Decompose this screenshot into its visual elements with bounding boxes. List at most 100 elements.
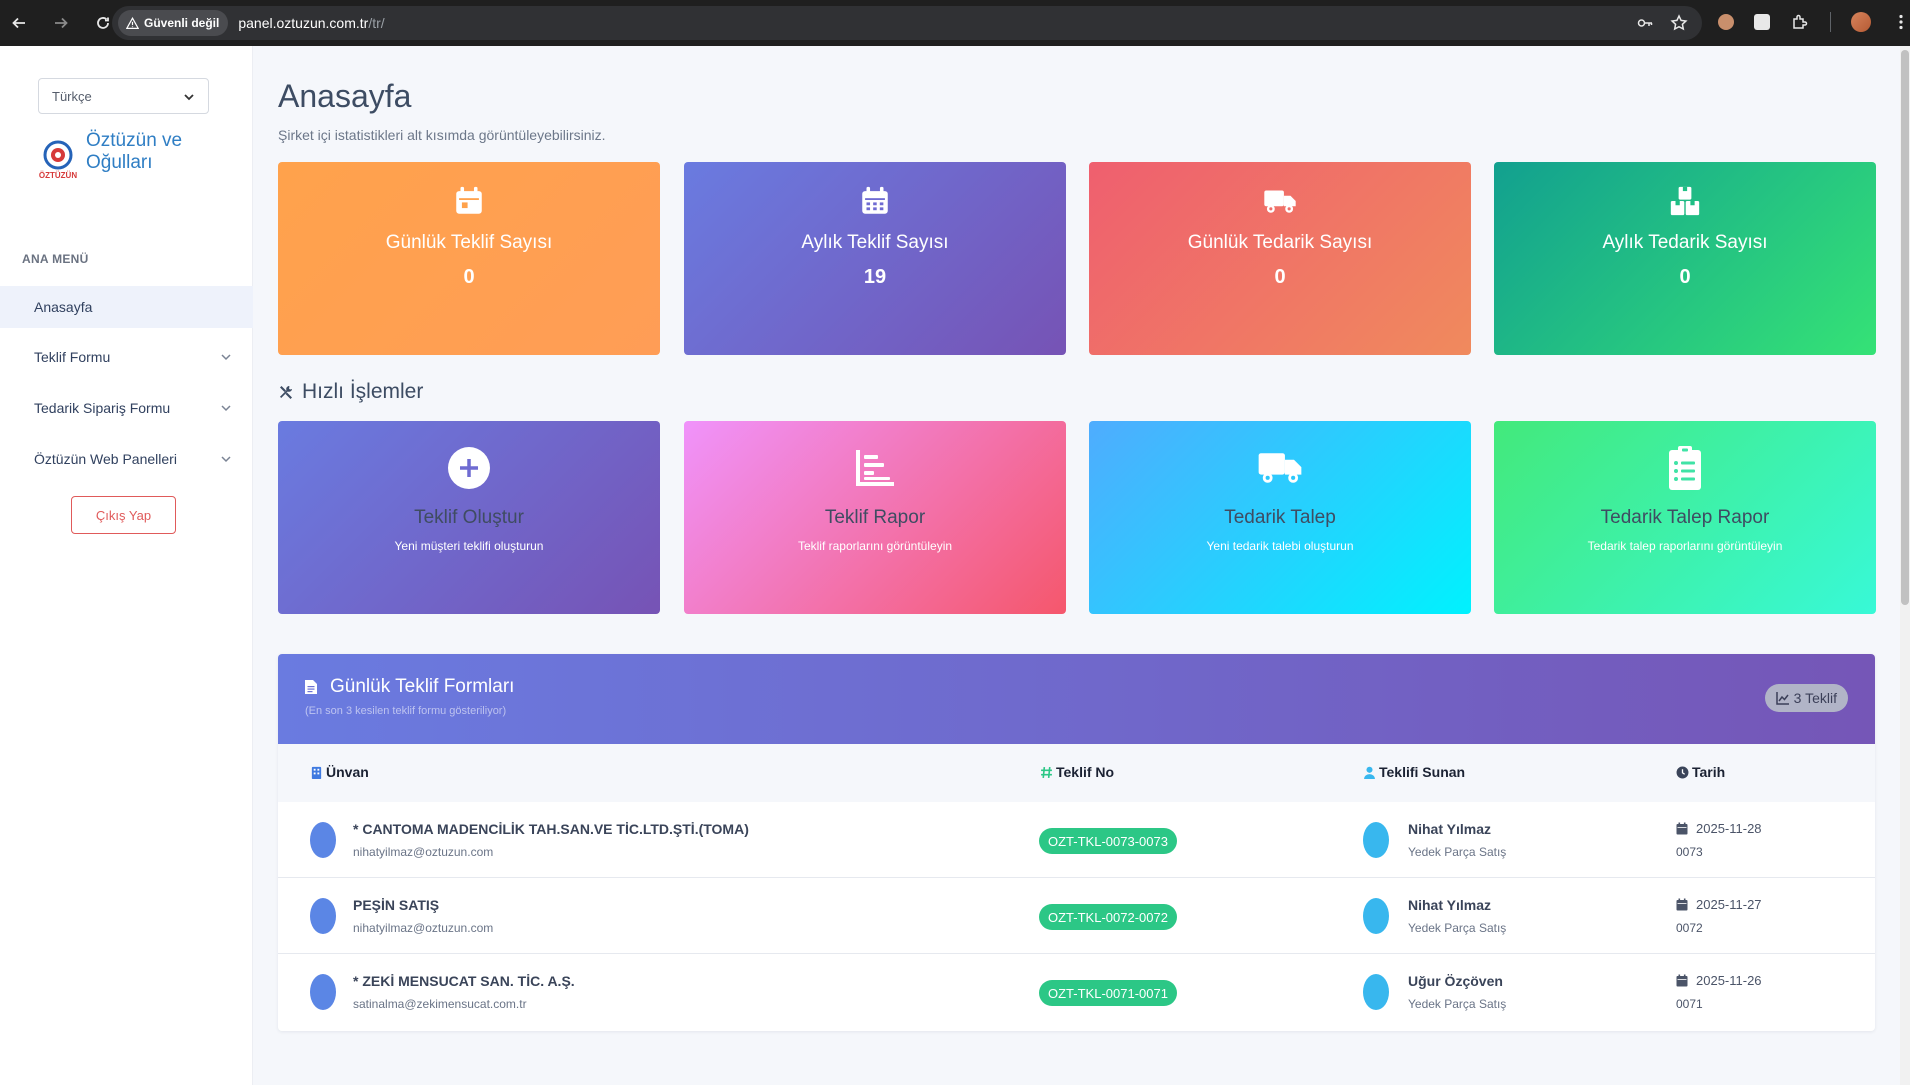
presenter-name-cell: Uğur Özçöven [1408, 973, 1503, 989]
sidebar-item-web-panelleri[interactable]: Öztüzün Web Panelleri [0, 438, 253, 480]
date-text: 2025-11-26 [1696, 973, 1762, 988]
table-title-text: Günlük Teklif Formları [330, 676, 515, 697]
security-chip[interactable]: Güvenli değil [118, 10, 229, 36]
chevron-down-icon [221, 354, 231, 361]
boxes-icon [1670, 186, 1700, 216]
table-header-bar: Günlük Teklif Formları (En son 3 kesilen… [278, 654, 1875, 744]
table-row[interactable]: PEŞİN SATIŞ nihatyilmaz@oztuzun.com OZT-… [278, 878, 1875, 954]
browser-toolbar: Güvenli değil panel.oztuzun.com.tr/tr/ [0, 0, 1910, 46]
date-cell: 2025-11-26 [1676, 973, 1762, 988]
stat-card-monthly-offers: Aylık Teklif Sayısı 19 [684, 162, 1066, 355]
user-avatar [1363, 822, 1389, 858]
chevron-down-icon [184, 94, 194, 101]
quick-action-title: Teklif Oluştur [414, 507, 524, 528]
table-row[interactable]: * ZEKİ MENSUCAT SAN. TİC. A.Ş. satinalma… [278, 954, 1875, 1030]
calendar-grid-icon [862, 186, 888, 214]
stat-label: Günlük Tedarik Sayısı [1187, 232, 1373, 253]
address-bar[interactable]: Güvenli değil panel.oztuzun.com.tr/tr/ [112, 6, 1702, 40]
chevron-down-icon [221, 405, 231, 412]
column-header-label: Ünvan [326, 764, 369, 780]
sidebar-item-tedarik-siparis-formu[interactable]: Tedarik Sipariş Formu [0, 387, 253, 429]
date-text: 2025-11-27 [1696, 897, 1762, 912]
chevron-down-icon [221, 456, 231, 463]
quick-action-create-offer[interactable]: Teklif Oluştur Yeni müşteri teklifi oluş… [278, 421, 660, 614]
menu-kebab-icon[interactable] [1891, 12, 1910, 32]
offer-code-badge: OZT-TKL-0073-0073 [1039, 828, 1177, 854]
page-title: Anasayfa [278, 78, 412, 114]
logout-button[interactable]: Çıkış Yap [71, 496, 176, 534]
brand[interactable]: ÖZTÜZÜN Öztüzün ve Oğulları [36, 130, 206, 182]
presenter-name-cell: Nihat Yılmaz [1408, 821, 1491, 837]
date-sub-text: 0072 [1676, 921, 1703, 935]
column-header-label: Tarih [1692, 764, 1726, 780]
extension-shield-icon[interactable] [1754, 14, 1770, 30]
calendar-icon [1676, 898, 1688, 911]
company-logo: ÖZTÜZÜN [36, 138, 80, 182]
quick-action-desc: Tedarik talep raporlarını görüntüleyin [1587, 539, 1783, 553]
company-name: Öztüzün ve Oğulları [86, 130, 206, 174]
hash-icon [1041, 766, 1052, 778]
toolbar-divider [1830, 12, 1831, 32]
clock-icon [1676, 766, 1689, 778]
count-badge: 3 Teklif [1764, 684, 1848, 712]
extensions-puzzle-icon[interactable] [1790, 12, 1810, 32]
stat-label: Günlük Teklif Sayısı [385, 232, 553, 253]
quick-action-desc: Yeni müşteri teklifi oluşturun [394, 539, 544, 553]
user-icon [1364, 766, 1375, 779]
language-value: Türkçe [52, 88, 92, 104]
quick-action-title: Tedarik Talep [1224, 507, 1336, 528]
presenter-dept-cell: Yedek Parça Satış [1408, 845, 1507, 859]
stat-card-monthly-supply: Aylık Tedarik Sayısı 0 [1494, 162, 1876, 355]
column-header-label: Teklif No [1056, 764, 1115, 780]
column-header-teklifi-sunan: Teklifi Sunan [1363, 764, 1465, 780]
quick-action-supply-report[interactable]: Tedarik Talep Rapor Tedarik talep raporl… [1494, 421, 1876, 614]
company-name-cell: PEŞİN SATIŞ [353, 897, 440, 913]
sidebar-item-label: Tedarik Sipariş Formu [34, 400, 171, 416]
date-cell: 2025-11-27 [1676, 897, 1762, 912]
language-select[interactable]: Türkçe [38, 78, 209, 114]
stat-value: 0 [463, 266, 475, 288]
key-icon[interactable] [1636, 14, 1654, 32]
page-subtitle: Şirket içi istatistikleri alt kısımda gö… [278, 127, 606, 143]
star-icon[interactable] [1670, 14, 1688, 32]
extension-face-icon[interactable] [1718, 14, 1734, 30]
date-text: 2025-11-28 [1696, 821, 1762, 836]
line-chart-icon [1775, 692, 1789, 705]
company-avatar [310, 898, 336, 934]
clipboard-icon [1662, 445, 1708, 491]
quick-action-supply-request[interactable]: Tedarik Talep Yeni tedarik talebi oluştu… [1089, 421, 1471, 614]
warning-icon [126, 16, 139, 29]
table-row[interactable]: * CANTOMA MADENCİLİK TAH.SAN.VE TİC.LTD.… [278, 802, 1875, 878]
date-cell: 2025-11-28 [1676, 821, 1762, 836]
quick-action-desc: Teklif raporlarını görüntüleyin [797, 539, 953, 553]
presenter-dept-cell: Yedek Parça Satış [1408, 997, 1507, 1011]
profile-avatar[interactable] [1851, 12, 1871, 32]
date-sub-text: 0073 [1676, 845, 1703, 859]
scrollbar-thumb[interactable] [1901, 50, 1909, 605]
quick-action-title: Teklif Rapor [824, 507, 926, 528]
sidebar-item-label: Öztüzün Web Panelleri [34, 451, 177, 467]
table-header-row: Ünvan Teklif No Teklifi Sunan Tarih [278, 744, 1875, 802]
truck-icon [1257, 445, 1303, 491]
presenter-name-cell: Nihat Yılmaz [1408, 897, 1491, 913]
stat-label: Aylık Tedarik Sayısı [1602, 232, 1768, 253]
presenter-dept-cell: Yedek Parça Satış [1408, 921, 1507, 935]
quick-action-title: Tedarik Talep Rapor [1600, 507, 1770, 528]
table-subtitle: (En son 3 kesilen teklif formu gösterili… [305, 705, 507, 717]
quick-actions-heading: Hızlı İşlemler [278, 380, 423, 404]
plus-circle-icon [446, 445, 492, 491]
quick-action-offer-report[interactable]: Teklif Rapor Teklif raporlarını görüntül… [684, 421, 1066, 614]
forward-button[interactable] [50, 12, 72, 34]
sidebar-item-teklif-formu[interactable]: Teklif Formu [0, 336, 253, 378]
reload-button[interactable] [92, 12, 114, 34]
company-avatar [310, 974, 336, 1010]
sidebar-item-anasayfa[interactable]: Anasayfa [0, 286, 253, 328]
column-header-teklif-no: Teklif No [1040, 764, 1114, 780]
page-scrollbar[interactable] [1900, 46, 1910, 1085]
stat-card-daily-offers: Günlük Teklif Sayısı 0 [278, 162, 660, 355]
company-email-cell: nihatyilmaz@oztuzun.com [353, 921, 494, 935]
url-host: panel.oztuzun.com.tr [238, 15, 369, 31]
stat-value: 19 [863, 266, 887, 288]
back-button[interactable] [8, 12, 30, 34]
logo-text: ÖZTÜZÜN [39, 171, 77, 180]
